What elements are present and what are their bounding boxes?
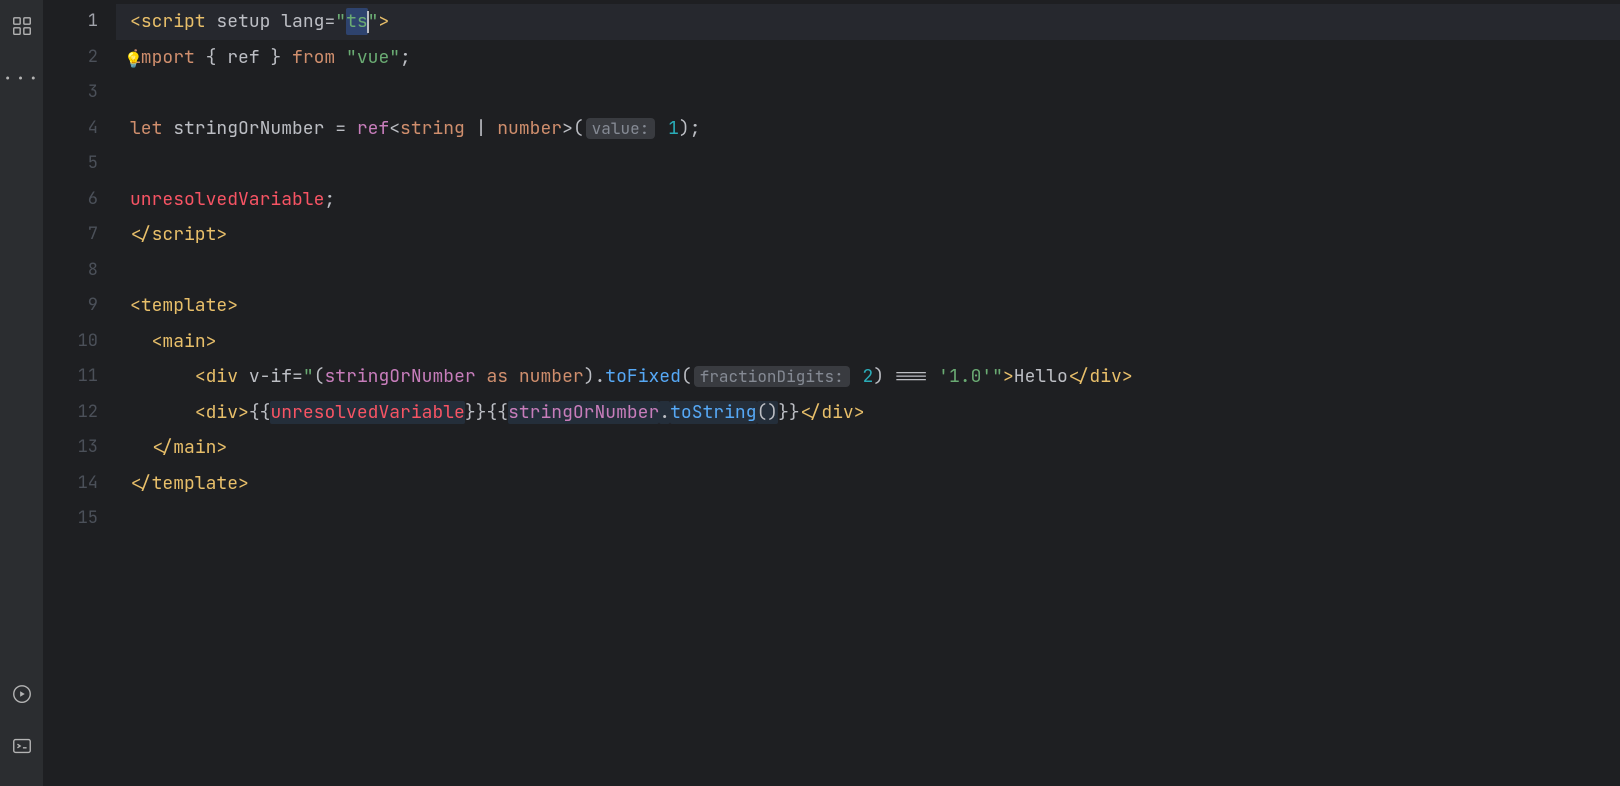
inlay-hint: value: <box>586 118 656 139</box>
line-number: 7 <box>44 217 98 253</box>
intention-bulb-icon[interactable]: 💡 <box>124 43 143 79</box>
code-line-4[interactable]: let stringOrNumber = ref<string | number… <box>116 111 1620 147</box>
line-number: 4 <box>44 111 98 147</box>
code-line-14[interactable]: </template> <box>116 466 1620 502</box>
line-number: 6 <box>44 182 98 218</box>
terminal-icon[interactable] <box>10 734 34 758</box>
apps-icon[interactable] <box>10 14 34 38</box>
line-gutter: 1 2 3 4 5 6 7 8 9 10 11 12 13 14 15 <box>44 0 116 786</box>
code-line-1[interactable]: <script setup lang="ts"> <box>116 4 1620 40</box>
line-number: 8 <box>44 253 98 289</box>
line-number: 3 <box>44 75 98 111</box>
code-line-11[interactable]: <div v-if="(stringOrNumber as number).to… <box>116 359 1620 395</box>
code-line-6[interactable]: unresolvedVariable; <box>116 182 1620 218</box>
line-number: 2 <box>44 40 98 76</box>
unresolved-reference: unresolvedVariable <box>270 401 464 424</box>
code-line-7[interactable]: </script> <box>116 217 1620 253</box>
more-icon[interactable]: ··· <box>10 66 34 90</box>
line-number: 13 <box>44 430 98 466</box>
code-line-5[interactable] <box>116 146 1620 182</box>
code-line-12[interactable]: <div>{{unresolvedVariable}}{{stringOrNum… <box>116 395 1620 431</box>
code-text[interactable]: <script setup lang="ts"> 💡import { ref }… <box>116 0 1620 786</box>
code-line-15[interactable] <box>116 501 1620 537</box>
line-number: 12 <box>44 395 98 431</box>
editor[interactable]: 1 2 3 4 5 6 7 8 9 10 11 12 13 14 15 <scr… <box>44 0 1620 786</box>
code-line-10[interactable]: <main> <box>116 324 1620 360</box>
inlay-hint: fractionDigits: <box>694 366 850 387</box>
line-number: 1 <box>44 4 98 40</box>
code-line-2[interactable]: 💡import { ref } from "vue"; <box>116 40 1620 76</box>
tool-sidebar: ··· <box>0 0 44 786</box>
code-line-8[interactable] <box>116 253 1620 289</box>
code-line-13[interactable]: </main> <box>116 430 1620 466</box>
line-number: 5 <box>44 146 98 182</box>
unresolved-reference: unresolvedVariable <box>130 188 324 211</box>
line-number: 11 <box>44 359 98 395</box>
line-number: 10 <box>44 324 98 360</box>
code-line-9[interactable]: <template> <box>116 288 1620 324</box>
line-number: 14 <box>44 466 98 502</box>
run-icon[interactable] <box>10 682 34 706</box>
line-number: 9 <box>44 288 98 324</box>
code-line-3[interactable] <box>116 75 1620 111</box>
line-number: 15 <box>44 501 98 537</box>
